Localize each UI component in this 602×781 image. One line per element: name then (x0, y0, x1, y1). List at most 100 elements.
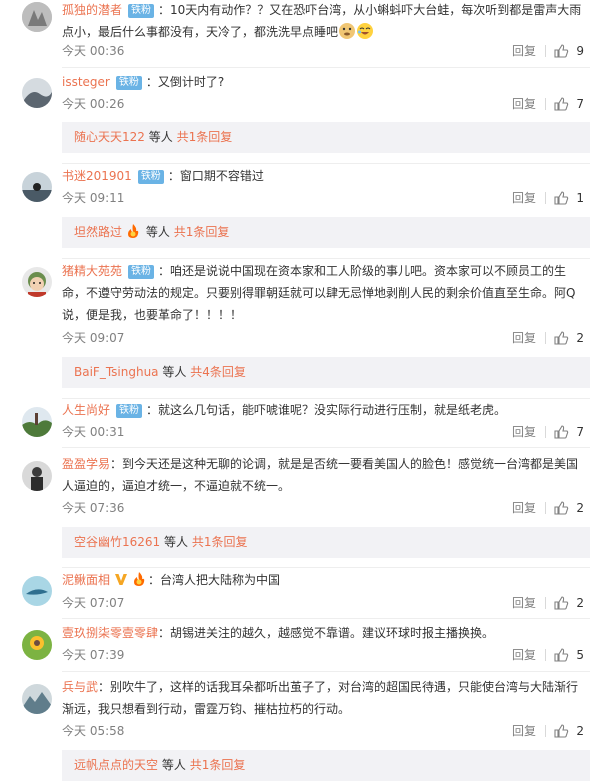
sub-reply-user[interactable]: 随心天天122 (74, 130, 145, 144)
fan-badge: 铁粉 (128, 265, 155, 279)
reply-button[interactable]: 回复 (512, 593, 536, 613)
divider (545, 332, 546, 344)
verified-v-icon (115, 574, 128, 585)
avatar[interactable] (22, 267, 52, 297)
sub-replies-box[interactable]: 空谷幽竹16261 等人 共1条回复 (62, 527, 590, 558)
avatar[interactable] (22, 684, 52, 714)
comment-time: 今天 05:58 (62, 724, 125, 738)
thumbs-up-icon[interactable] (553, 424, 569, 440)
doge-emoji (339, 23, 356, 39)
sub-reply-count-link[interactable]: 共1条回复 (177, 130, 233, 144)
thumbs-up-icon[interactable] (553, 595, 569, 611)
comment-text: 台湾人把大陆称为中国 (160, 573, 281, 587)
divider (545, 597, 546, 609)
comment-body: 书迷201901 铁粉 ：窗口期不容错过 (62, 169, 264, 184)
sub-reply-etc: 等人 (164, 535, 189, 549)
sub-reply-user[interactable]: 坦然路过 (74, 225, 122, 239)
reply-button[interactable]: 回复 (512, 41, 536, 61)
sub-reply-user[interactable]: 空谷幽竹16261 (74, 535, 160, 549)
comment-username[interactable]: issteger (62, 75, 110, 89)
comment-time: 今天 07:36 (62, 501, 125, 515)
sub-reply-count-link[interactable]: 共1条回复 (174, 225, 230, 239)
divider (545, 426, 546, 438)
comment-body: 孤独的潜者 铁粉 ：10天内有动作？？又在恐吓台湾，从小蝌蚪吓大台蛙，每次听到都是雷… (62, 3, 582, 39)
sub-reply-etc: 等人 (162, 365, 187, 379)
like-count: 2 (576, 331, 584, 345)
comment-meta: 今天 00:31 回复 7 (62, 422, 590, 442)
comment-username[interactable]: 兵与武 (62, 680, 98, 694)
like-count: 5 (576, 648, 584, 662)
comment-body: 猪精大苑苑 铁粉 ：咱还是说说中国现在资本家和工人阶级的事儿吧。资本家可以不顾员工的… (62, 264, 576, 322)
sub-replies-box[interactable]: 远帆点点的天空 等人 共1条回复 (62, 750, 590, 781)
thumbs-up-icon[interactable] (553, 43, 569, 59)
comment-username[interactable]: 猪精大苑苑 (62, 264, 122, 278)
like-count: 2 (576, 501, 584, 515)
sub-replies-box[interactable]: 坦然路过 等人 共1条回复 (62, 217, 590, 248)
reply-button[interactable]: 回复 (512, 94, 536, 114)
comment-username[interactable]: 盈盈学易 (62, 457, 110, 471)
reply-button[interactable]: 回复 (512, 188, 536, 208)
comment-meta: 今天 07:07 回复 2 (62, 593, 590, 613)
comment-username[interactable]: 壹玖捌柒零壹零肆 (62, 626, 158, 640)
sub-reply-etc: 等人 (161, 758, 186, 772)
divider (545, 649, 546, 661)
comment-body: issteger 铁粉 ：又倒计时了? (62, 75, 225, 90)
sub-reply-user[interactable]: BaiF_Tsinghua (74, 365, 159, 379)
comment-meta: 今天 09:11 回复 1 (62, 188, 590, 208)
sub-reply-user[interactable]: 远帆点点的天空 (74, 758, 158, 772)
like-count: 9 (576, 44, 584, 58)
divider (62, 618, 590, 619)
comment-text: 胡锡进关注的越久，越感觉不靠谱。建议环球时报主播换换。 (170, 626, 495, 640)
avatar[interactable] (22, 630, 52, 660)
divider (545, 725, 546, 737)
comment-meta: 今天 00:26 回复 7 (62, 94, 590, 114)
sub-replies-box[interactable]: BaiF_Tsinghua 等人 共4条回复 (62, 357, 590, 388)
sub-reply-etc: 等人 (148, 130, 173, 144)
like-count: 1 (576, 191, 584, 205)
comment-username[interactable]: 孤独的潜者 (62, 3, 122, 17)
sub-reply-count-link[interactable]: 共1条回复 (190, 758, 246, 772)
sub-reply-count-link[interactable]: 共4条回复 (190, 365, 246, 379)
reply-button[interactable]: 回复 (512, 645, 536, 665)
like-count: 7 (576, 97, 584, 111)
comment-body: 人生尚好 铁粉 ：就这么几句话，能吓唬谁呢？没实际行动进行压制，就是纸老虎。 (62, 403, 507, 418)
avatar[interactable] (22, 461, 52, 491)
divider (62, 163, 590, 164)
fire-emoji (128, 224, 139, 238)
comment-meta: 今天 07:36 回复 2 (62, 498, 590, 518)
reply-button[interactable]: 回复 (512, 498, 536, 518)
thumbs-up-icon[interactable] (553, 330, 569, 346)
comment-time: 今天 09:07 (62, 331, 125, 345)
thumbs-up-icon[interactable] (553, 96, 569, 112)
thumbs-up-icon[interactable] (553, 190, 569, 206)
thumbs-up-icon[interactable] (553, 647, 569, 663)
divider (62, 567, 590, 568)
avatar[interactable] (22, 78, 52, 108)
sub-reply-count-link[interactable]: 共1条回复 (192, 535, 248, 549)
comment-time: 今天 07:39 (62, 648, 125, 662)
sub-replies-box[interactable]: 随心天天122 等人 共1条回复 (62, 122, 590, 153)
comment-username[interactable]: 泥鳅面相 (62, 573, 110, 587)
comment-username[interactable]: 人生尚好 (62, 403, 110, 417)
fan-badge: 铁粉 (116, 404, 143, 418)
comment-meta: 今天 05:58 回复 2 (62, 721, 590, 741)
divider (545, 502, 546, 514)
thumbs-up-icon[interactable] (553, 723, 569, 739)
avatar[interactable] (22, 172, 52, 202)
fire-emoji (134, 572, 145, 586)
avatar[interactable] (22, 407, 52, 437)
reply-button[interactable]: 回复 (512, 422, 536, 442)
thumbs-up-icon[interactable] (553, 500, 569, 516)
comment-time: 今天 00:31 (62, 425, 125, 439)
comment-body: 壹玖捌柒零壹零肆：胡锡进关注的越久，越感觉不靠谱。建议环球时报主播换换。 (62, 626, 495, 640)
comment-username[interactable]: 书迷201901 (62, 169, 132, 183)
reply-button[interactable]: 回复 (512, 328, 536, 348)
reply-button[interactable]: 回复 (512, 721, 536, 741)
divider (62, 67, 590, 68)
divider (62, 447, 590, 448)
avatar[interactable] (22, 576, 52, 606)
divider (62, 671, 590, 672)
comment-text: 到今天还是这种无聊的论调，就是是否统一要看美国人的脸色！感觉统一台湾都是美国人逼… (62, 457, 579, 493)
avatar[interactable] (22, 2, 52, 32)
like-count: 2 (576, 596, 584, 610)
